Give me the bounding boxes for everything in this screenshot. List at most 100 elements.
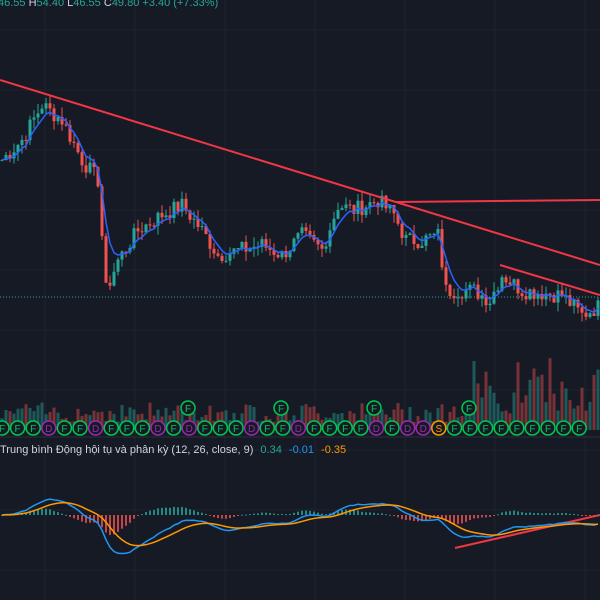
macd-histogram-bar [77, 515, 79, 520]
marker-label: F [483, 424, 489, 435]
candle-body [580, 307, 584, 313]
macd-histogram-bar [61, 513, 63, 515]
macd-histogram-bar [549, 513, 551, 515]
candle-body [344, 204, 348, 209]
macd-histogram-bar [293, 512, 295, 515]
marker-label: S [435, 424, 442, 435]
candle-body [400, 223, 404, 238]
macd-histogram-bar [585, 515, 587, 516]
macd-histogram-bar [49, 509, 51, 515]
candle-body [36, 113, 40, 118]
signal-value: -0.01 [288, 444, 314, 456]
candle-body [80, 152, 84, 166]
macd-histogram-bar [545, 513, 547, 515]
volume-bar [596, 369, 600, 430]
candle-body [444, 267, 448, 285]
macd-histogram-bar [169, 507, 171, 515]
candle-body [320, 244, 324, 249]
candle-body [584, 312, 588, 317]
macd-histogram-bar [197, 511, 199, 515]
candle-body [524, 296, 528, 300]
marker-label: F [108, 424, 114, 435]
macd-histogram-bar [217, 515, 219, 519]
macd-histogram-bar [353, 510, 355, 515]
change-value: +3.40 (+7.33%) [142, 0, 219, 9]
chart-canvas[interactable]: F F F D F F D F F F D F D F F F D F F D F F F F D F D D S F F F F F F F F FF F… [0, 0, 600, 600]
candle-body [408, 233, 412, 236]
macd-histogram-bar [117, 515, 119, 532]
candle-body [236, 248, 240, 250]
macd-histogram-bar [265, 512, 267, 515]
candle-body [464, 289, 468, 299]
macd-histogram-bar [561, 513, 563, 515]
marker-label: D [154, 424, 161, 435]
candle-body [108, 282, 112, 286]
candle-body [416, 243, 420, 248]
volume-bar [516, 362, 520, 430]
marker-label: F [278, 404, 284, 415]
marker-label: D [295, 424, 302, 435]
marker-label: F [233, 424, 239, 435]
marker-label: D [186, 424, 193, 435]
ma-line [1, 111, 599, 314]
marker-label: F [139, 424, 145, 435]
candle-body [528, 289, 532, 300]
macd-histogram-bar [537, 512, 539, 515]
macd-histogram-bar [213, 515, 215, 518]
trend-line [454, 514, 600, 549]
candle-body [76, 142, 80, 153]
candle-body [32, 117, 36, 120]
volume-bar [476, 383, 480, 430]
candle-body [200, 226, 204, 228]
candle-body [120, 251, 124, 260]
macd-histogram-bar [397, 515, 399, 518]
macd-histogram-bar [57, 512, 59, 515]
candle-body [360, 200, 364, 216]
volume-bar [592, 374, 596, 430]
candle-body [304, 227, 308, 231]
marker-label: F [15, 424, 21, 435]
candle-body [568, 295, 572, 306]
macd-histogram-bar [53, 511, 55, 515]
candle-body [228, 253, 232, 261]
macd-histogram-bar [237, 515, 239, 516]
marker-label: F [545, 424, 551, 435]
marker-label: F [358, 424, 364, 435]
candle-body [420, 245, 424, 248]
candle-body [452, 295, 456, 299]
candle-body [488, 303, 492, 306]
macd-histogram-bar [109, 515, 111, 536]
macd-histogram-bar [269, 512, 271, 515]
candle-body [164, 215, 168, 218]
marker-label: F [327, 424, 333, 435]
macd-histogram-bar [437, 515, 439, 517]
macd-histogram-bar [501, 512, 503, 515]
macd-histogram-bar [121, 515, 123, 529]
marker-label: F [498, 424, 504, 435]
candle-body [504, 277, 508, 283]
macd-histogram-bar [473, 515, 475, 519]
open-value: 46.55 [0, 0, 26, 9]
marker-label: F [0, 424, 5, 435]
candle-body [144, 224, 148, 233]
marker-label: F [342, 424, 348, 435]
macd-histogram-bar [513, 510, 515, 515]
candle-body [432, 233, 436, 235]
macd-histogram-bar [401, 515, 403, 520]
macd-histogram-bar [525, 512, 527, 515]
marker-label: F [389, 424, 395, 435]
macd-histogram-bar [173, 506, 175, 515]
signal-line [1, 502, 599, 547]
macd-histogram-bar [461, 515, 463, 524]
macd-histogram-bar [133, 515, 135, 519]
macd-histogram-bar [141, 514, 143, 516]
chart-area[interactable]: FFFDFFDFFFDFDFFFDFFDFFFFDFDDSFFFFFFFFFFF… [0, 0, 600, 600]
candle-body [276, 254, 280, 258]
macd-legend[interactable]: Trung bình Động hội tụ và phân kỳ (12, 2… [0, 444, 346, 456]
marker-label: F [561, 424, 567, 435]
marker-label: F [280, 424, 286, 435]
macd-histogram-bar [565, 513, 567, 515]
marker-label: F [311, 424, 317, 435]
candle-body [136, 228, 140, 232]
candle-body [148, 224, 152, 226]
